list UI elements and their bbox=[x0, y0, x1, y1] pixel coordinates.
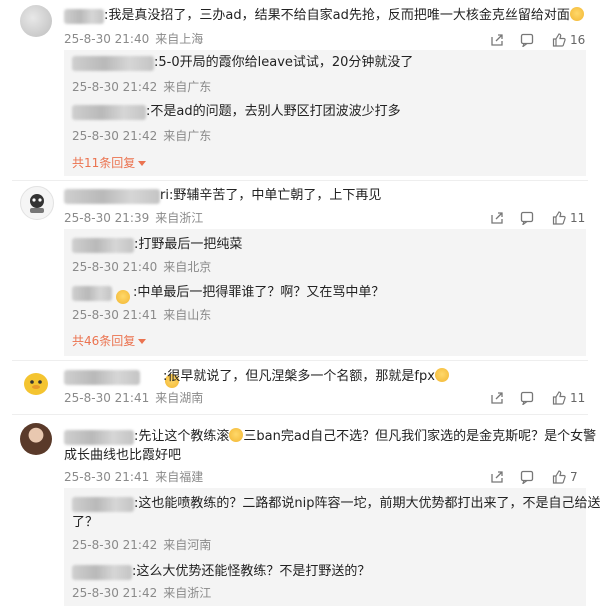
comment-icon bbox=[520, 470, 534, 484]
thumbs-up-icon bbox=[552, 211, 566, 225]
caret-down-icon bbox=[138, 161, 147, 166]
reply-meta: 25-8-30 21:42 来自浙江 bbox=[72, 586, 212, 600]
username-redacted bbox=[64, 430, 134, 445]
comment-icon bbox=[520, 211, 534, 225]
username-redacted bbox=[64, 370, 140, 385]
reply-text: :不是ad的问题，去别人野区打团波波少打多 bbox=[146, 104, 401, 119]
comment-text-continued: 成长曲线也比霞好吧 bbox=[64, 448, 182, 463]
username-redacted bbox=[72, 565, 132, 580]
avatar[interactable] bbox=[20, 186, 54, 220]
share-icon bbox=[491, 34, 503, 46]
like-count: 11 bbox=[570, 211, 586, 225]
share-button[interactable] bbox=[490, 390, 504, 406]
reply-meta: 25-8-30 21:41 来自山东 bbox=[72, 308, 212, 322]
like-button[interactable]: 11 bbox=[552, 390, 585, 406]
comment-text: :很早就说了，但凡涅槃多一个名额，那就是fpx bbox=[163, 368, 449, 386]
share-button[interactable] bbox=[490, 469, 504, 485]
share-button[interactable] bbox=[490, 210, 504, 226]
reply-text: :这也能喷教练的？二路都说nip阵容一坨，前期大优势都打出来了，不是自己给送 bbox=[134, 496, 600, 511]
username-redacted bbox=[72, 56, 154, 71]
grin-emoji-icon bbox=[569, 7, 584, 21]
like-button[interactable]: 7 bbox=[552, 469, 578, 485]
comment-meta: 25-8-30 21:39 来自浙江 bbox=[64, 211, 204, 225]
username-redacted bbox=[72, 286, 112, 301]
grin-emoji-icon bbox=[229, 428, 244, 442]
username-redacted bbox=[64, 189, 160, 204]
reply-text: :中单最后一把得罪谁了？啊？又在骂中单？ bbox=[133, 285, 385, 300]
username-redacted bbox=[72, 238, 134, 253]
reply-meta: 25-8-30 21:42 来自河南 bbox=[72, 538, 212, 552]
share-icon bbox=[491, 392, 503, 404]
username-redacted bbox=[72, 105, 146, 120]
like-button[interactable]: 11 bbox=[552, 210, 585, 226]
like-count: 11 bbox=[570, 391, 586, 405]
reply-text-continued: 了？ bbox=[72, 515, 99, 530]
view-more-replies[interactable]: 共46条回复 bbox=[72, 333, 147, 349]
comment-text: :我是真没招了，三办ad，结果不给自家ad先抢，反而把唯一大核金克丝留给对面 bbox=[104, 7, 584, 25]
reply-text: :打野最后一把纯菜 bbox=[134, 237, 243, 252]
comment-button[interactable] bbox=[520, 32, 534, 48]
share-icon bbox=[491, 212, 503, 224]
username-redacted bbox=[72, 497, 134, 512]
user-badge-icon bbox=[116, 290, 130, 304]
reply-meta: 25-8-30 21:42 来自广东 bbox=[72, 129, 212, 143]
divider bbox=[12, 414, 588, 415]
comment-meta: 25-8-30 21:40 来自上海 bbox=[64, 32, 204, 46]
comment-text: ri:野辅辛苦了，中单亡朝了，上下再见 bbox=[160, 188, 382, 203]
thumbs-up-icon bbox=[552, 391, 566, 405]
caret-down-icon bbox=[138, 339, 147, 344]
comment-button[interactable] bbox=[520, 390, 534, 406]
share-icon bbox=[491, 471, 503, 483]
divider bbox=[12, 180, 588, 181]
comment-meta: 25-8-30 21:41 来自湖南 bbox=[64, 391, 204, 405]
view-more-replies[interactable]: 共11条回复 bbox=[72, 155, 147, 171]
comment-text: :先让这个教练滚 三ban完ad自己不选？但凡我们家选的是金克斯呢？是个女警 bbox=[134, 428, 597, 444]
reply-meta: 25-8-30 21:40 来自北京 bbox=[72, 260, 212, 274]
reply-text: :5-0开局的霞你给leave试试，20分钟就没了 bbox=[154, 55, 414, 70]
reply-text: :这么大优势还能怪教练？不是打野送的？ bbox=[132, 564, 371, 579]
comment-icon bbox=[520, 33, 534, 47]
wink-emoji-icon bbox=[434, 368, 449, 382]
like-count: 16 bbox=[570, 33, 586, 47]
comment-button[interactable] bbox=[520, 469, 534, 485]
comment-icon bbox=[520, 391, 534, 405]
avatar[interactable] bbox=[20, 366, 52, 398]
comment-meta: 25-8-30 21:41 来自福建 bbox=[64, 470, 204, 484]
comment-button[interactable] bbox=[520, 210, 534, 226]
username-redacted bbox=[64, 9, 104, 24]
thumbs-up-icon bbox=[552, 470, 566, 484]
like-count: 7 bbox=[570, 470, 578, 484]
thumbs-up-icon bbox=[552, 33, 566, 47]
divider bbox=[12, 360, 588, 361]
avatar[interactable] bbox=[20, 5, 52, 37]
reply-meta: 25-8-30 21:42 来自广东 bbox=[72, 80, 212, 94]
like-button[interactable]: 16 bbox=[552, 32, 585, 48]
avatar[interactable] bbox=[20, 423, 52, 455]
share-button[interactable] bbox=[490, 32, 504, 48]
